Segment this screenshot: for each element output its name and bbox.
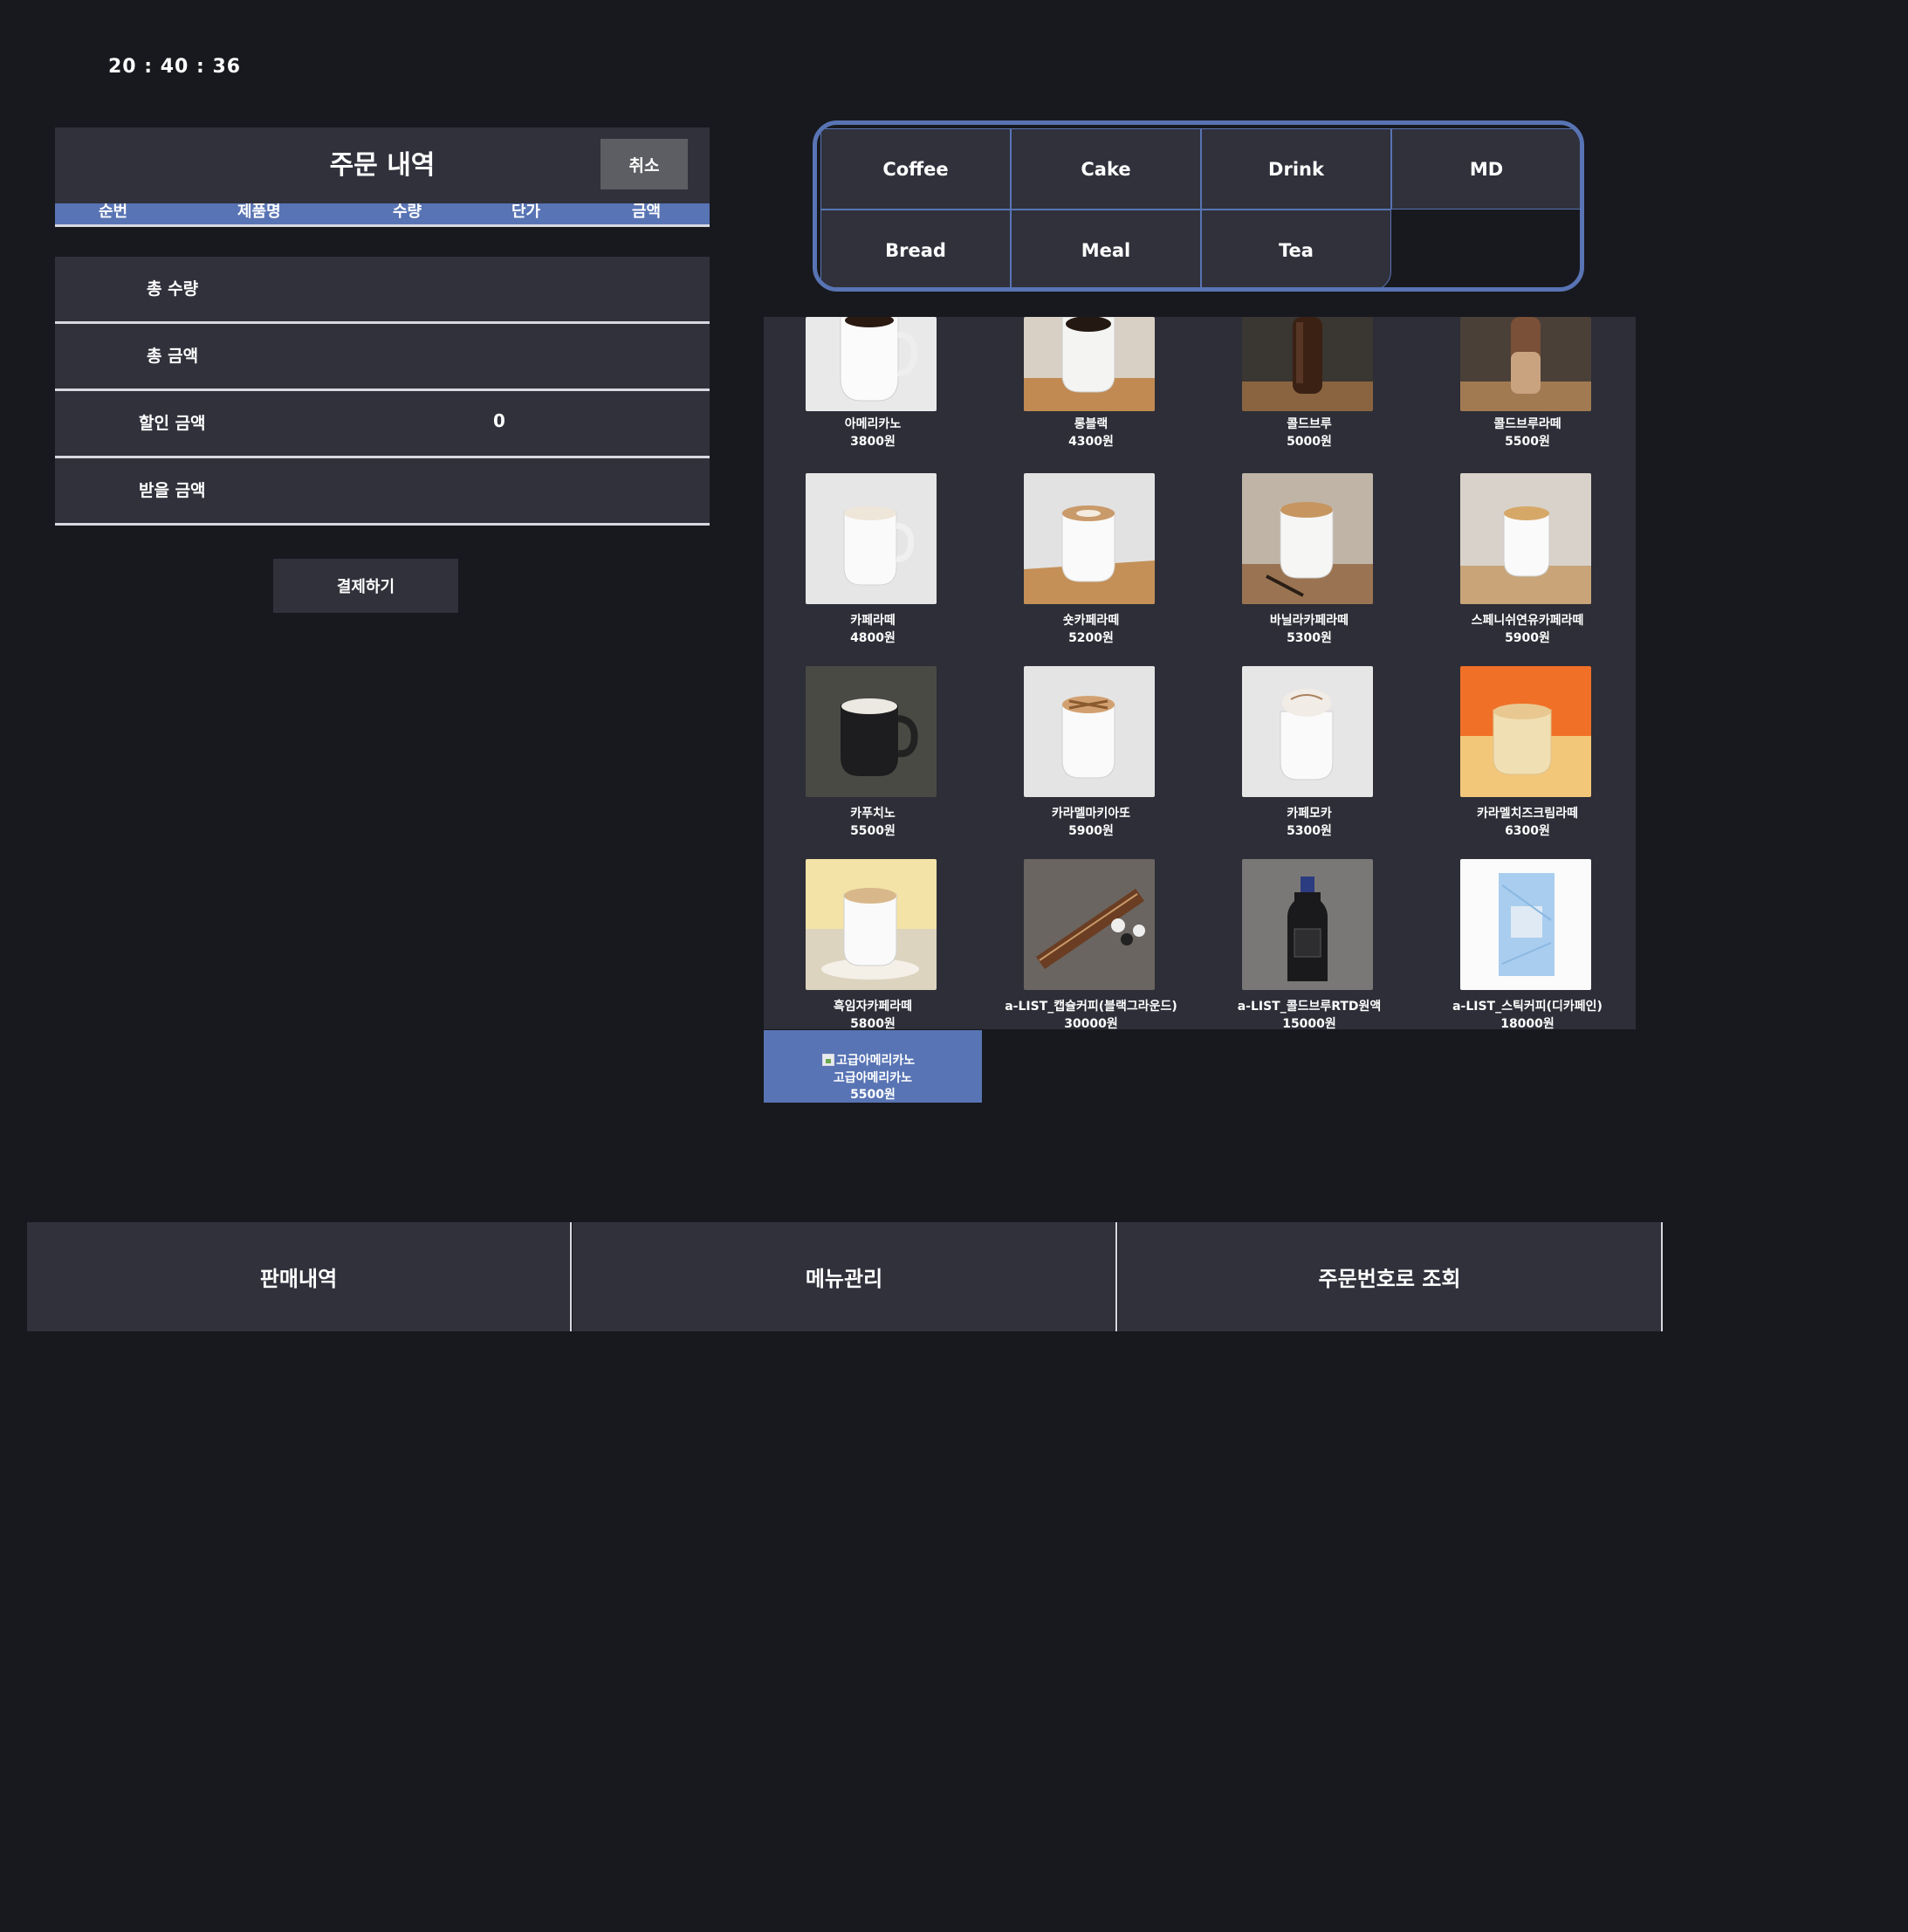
menu-item-price: 5500원: [850, 1088, 896, 1102]
menu-item-price: 5200원: [1068, 631, 1114, 645]
menu-item-name: 카라멜치즈크림라떼: [1477, 807, 1578, 821]
order-number-lookup-button[interactable]: 주문번호로 조회: [1118, 1222, 1663, 1331]
menu-item-name: 콜드브루라떼: [1493, 417, 1561, 431]
menu-item-name: 콜드브루: [1287, 417, 1332, 431]
tab-coffee[interactable]: Coffee: [820, 128, 1011, 210]
menu-item-price: 3800원: [850, 435, 896, 449]
menu-item[interactable]: 흑임자카페라떼 5800원: [764, 859, 982, 1029]
tab-tea[interactable]: Tea: [1201, 210, 1391, 287]
vanilla-latte-mug-icon: [1242, 473, 1373, 604]
menu-item-name: 카푸치노: [850, 807, 896, 821]
menu-item-name: 카라멜마키아또: [1051, 807, 1131, 821]
tab-drink[interactable]: Drink: [1201, 128, 1391, 210]
summary-total-quantity: 총 수량: [55, 257, 710, 324]
menu-item-price: 6300원: [1505, 824, 1550, 838]
menu-item-price: 5300원: [1287, 631, 1332, 645]
menu-item[interactable]: 숏카페라떼 5200원: [982, 473, 1200, 666]
menu-item-price: 5000원: [1287, 435, 1332, 449]
menu-item-name: 고급아메리카노: [833, 1071, 913, 1085]
column-seq: 순번: [99, 203, 128, 221]
menu-item-price: 15000원: [1282, 1017, 1336, 1029]
summary-total-amount: 총 금액: [55, 324, 710, 391]
menu-item-name: a-LIST_캡슐커피(블랙그라운드): [1005, 1000, 1177, 1014]
black-coffee-mug-icon: [806, 317, 937, 411]
tab-meal[interactable]: Meal: [1011, 210, 1201, 287]
menu-item-price: 4800원: [850, 631, 896, 645]
menu-management-button[interactable]: 메뉴관리: [573, 1222, 1117, 1331]
capsule-coffee-pack-icon: [1024, 859, 1155, 990]
stick-coffee-box-icon: [1460, 859, 1591, 990]
menu-item[interactable]: a-LIST_스틱커피(디카페인) 18000원: [1418, 859, 1636, 1029]
menu-item[interactable]: 스페니쉬연유카페라떼 5900원: [1418, 473, 1636, 666]
menu-item-name: 카페모카: [1287, 807, 1332, 821]
summary-amount-due: 받을 금액: [55, 458, 710, 526]
menu-item-name: 숏카페라떼: [1062, 614, 1120, 628]
menu-item-price: 5500원: [1505, 435, 1550, 449]
cancel-button[interactable]: 취소: [601, 139, 688, 189]
menu-grid: 아메리카노 3800원 롱블랙 4300원 콜드브루 5000원 콜드브루라떼 …: [764, 317, 1636, 1029]
cold-brew-bottle-icon: [1242, 859, 1373, 990]
bottom-nav: 판매내역 메뉴관리 주문번호로 조회: [27, 1222, 1664, 1331]
summary-label: 총 금액: [147, 347, 199, 366]
menu-item[interactable]: 카라멜마키아또 5900원: [982, 666, 1200, 859]
summary-label: 받을 금액: [139, 481, 206, 500]
menu-item-name: 스페니쉬연유카페라떼: [1471, 614, 1584, 628]
menu-item[interactable]: a-LIST_콜드브루RTD원액 15000원: [1200, 859, 1418, 1029]
cafe-mocha-mug-icon: [1242, 666, 1373, 797]
broken-image: 고급아메리카노: [822, 1051, 915, 1069]
menu-item-price: 30000원: [1064, 1017, 1118, 1029]
column-product: 제품명: [237, 203, 281, 221]
menu-item[interactable]: 카페모카 5300원: [1200, 666, 1418, 859]
summary-label: 총 수량: [147, 279, 199, 299]
menu-item-price: 5900원: [1068, 824, 1114, 838]
spanish-latte-mug-icon: [1460, 473, 1591, 604]
menu-item-name: 카페라떼: [850, 614, 896, 628]
column-quantity: 수량: [393, 203, 422, 221]
menu-item-price: 4300원: [1068, 435, 1114, 449]
menu-item-price: 18000원: [1500, 1017, 1555, 1029]
menu-item-price: 5300원: [1287, 824, 1332, 838]
order-column-header: 순번 제품명 수량 단가 금액: [55, 203, 710, 227]
black-coffee-mug-on-tray-icon: [1024, 317, 1155, 411]
menu-item-price: 5900원: [1505, 631, 1550, 645]
tab-bread[interactable]: Bread: [820, 210, 1011, 287]
menu-item-price: 5500원: [850, 824, 896, 838]
menu-item-price: 5800원: [850, 1017, 896, 1029]
latte-mug-on-tray-icon: [1024, 473, 1155, 604]
pay-button[interactable]: 결제하기: [273, 559, 458, 613]
menu-item-name: a-LIST_콜드브루RTD원액: [1237, 1000, 1382, 1014]
column-unit-price: 단가: [511, 203, 541, 221]
menu-item[interactable]: a-LIST_캡슐커피(블랙그라운드) 30000원: [982, 859, 1200, 1029]
menu-item-name: 아메리카노: [844, 417, 902, 431]
menu-item-name: 바닐라카페라떼: [1269, 614, 1349, 628]
menu-item-name: 롱블랙: [1074, 417, 1108, 431]
category-tabs: Coffee Cake Drink MD Bread Meal Tea: [813, 120, 1584, 292]
menu-item[interactable]: 카페라떼 4800원: [764, 473, 982, 666]
caramel-cheese-latte-mug-icon: [1460, 666, 1591, 797]
column-amount: 금액: [632, 203, 662, 221]
menu-item-name: 흑임자카페라떼: [833, 1000, 913, 1014]
menu-item-selected[interactable]: 고급아메리카노 고급아메리카노 5500원: [764, 1030, 982, 1103]
broken-image-alt: 고급아메리카노: [836, 1054, 916, 1068]
caramel-macchiato-mug-icon: [1024, 666, 1155, 797]
summary-label: 할인 금액: [139, 414, 206, 433]
broken-image-icon: [822, 1054, 834, 1066]
summary-discount: 할인 금액 0: [55, 391, 710, 458]
menu-item[interactable]: 바닐라카페라떼 5300원: [1200, 473, 1418, 666]
cappuccino-dark-mug-icon: [806, 666, 937, 797]
menu-item-name: a-LIST_스틱커피(디카페인): [1452, 1000, 1603, 1014]
black-sesame-latte-mug-icon: [806, 859, 937, 990]
clock: 20 : 40 : 36: [108, 56, 242, 78]
tab-md[interactable]: MD: [1391, 128, 1580, 210]
iced-latte-glass-icon: [1460, 317, 1591, 411]
menu-item[interactable]: 카푸치노 5500원: [764, 666, 982, 859]
order-summary: 총 수량 총 금액 할인 금액 0 받을 금액: [55, 257, 710, 526]
tab-cake[interactable]: Cake: [1011, 128, 1201, 210]
order-header: 주문 내역 취소: [55, 127, 710, 203]
iced-coffee-glass-icon: [1242, 317, 1373, 411]
latte-mug-icon: [806, 473, 937, 604]
summary-value: 0: [493, 410, 505, 431]
sales-history-button[interactable]: 판매내역: [27, 1222, 572, 1331]
menu-item[interactable]: 카라멜치즈크림라떼 6300원: [1418, 666, 1636, 859]
